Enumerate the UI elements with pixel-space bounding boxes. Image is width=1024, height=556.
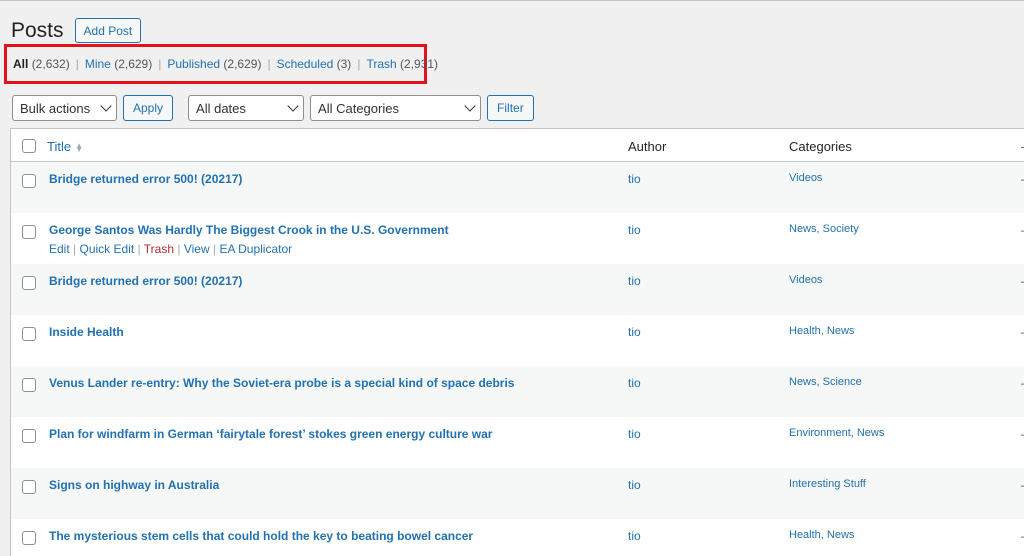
view-separator: | [75, 57, 79, 71]
row-checkbox[interactable] [22, 429, 36, 443]
view-all[interactable]: All [13, 57, 28, 71]
post-categories-link[interactable]: Videos [789, 172, 822, 184]
view-separator: | [357, 57, 361, 71]
post-title-link[interactable]: George Santos Was Hardly The Biggest Cro… [49, 223, 449, 237]
row-actions: Edit | Quick Edit | Trash | View | EA Du… [49, 242, 292, 256]
categories-value: All Categories [318, 100, 399, 116]
view-trash[interactable]: Trash [366, 57, 396, 71]
post-categories-link[interactable]: Health, News [789, 529, 854, 541]
dates-select[interactable]: All dates [188, 95, 305, 121]
bulk-actions-value: Bulk actions [20, 100, 91, 116]
select-all-checkbox[interactable] [22, 139, 36, 153]
view-separator: | [267, 57, 271, 71]
trash-link[interactable]: Trash [144, 242, 174, 256]
view-mine[interactable]: Mine [85, 57, 111, 71]
dates-value: All dates [196, 100, 246, 116]
edit-link[interactable]: Edit [49, 242, 70, 256]
post-author-link[interactable]: tio [628, 172, 641, 186]
row-checkbox[interactable] [22, 531, 36, 545]
table-row: Venus Lander re-entry: Why the Soviet-er… [11, 366, 1024, 417]
quick-edit-link[interactable]: Quick Edit [80, 242, 135, 256]
table-row: Bridge returned error 500! (20217) tio V… [11, 162, 1024, 213]
post-categories-link[interactable]: Interesting Stuff [789, 478, 866, 490]
page-title: Posts [11, 19, 64, 42]
action-separator: | [212, 242, 217, 256]
column-title[interactable]: Title ▲ ▼ [47, 139, 83, 154]
post-author-link[interactable]: tio [628, 376, 641, 390]
table-row: Inside Health tio Health, News – [11, 315, 1024, 366]
post-categories-link[interactable]: News, Society [789, 223, 859, 235]
post-title-link[interactable]: The mysterious stem cells that could hol… [49, 529, 473, 543]
post-title-link[interactable]: Signs on highway in Australia [49, 478, 219, 492]
post-title-link[interactable]: Bridge returned error 500! (20217) [49, 274, 242, 288]
title-sort-link[interactable]: Title [47, 139, 71, 154]
table-row: George Santos Was Hardly The Biggest Cro… [11, 213, 1024, 264]
post-categories-link[interactable]: News, Science [789, 376, 862, 388]
view-scheduled-count: (3) [336, 57, 352, 71]
add-post-button[interactable]: Add Post [74, 18, 142, 43]
filter-button[interactable]: Filter [487, 95, 534, 121]
post-title-link[interactable]: Plan for windfarm in German ‘fairytale f… [49, 427, 492, 441]
post-author-link[interactable]: tio [628, 223, 641, 237]
post-author-link[interactable]: tio [628, 325, 641, 339]
apply-button[interactable]: Apply [123, 95, 174, 121]
view-mine-count: (2,629) [114, 57, 153, 71]
row-checkbox[interactable] [22, 276, 36, 290]
chevron-down-icon [287, 100, 299, 112]
post-author-link[interactable]: tio [628, 427, 641, 441]
column-categories: Categories [789, 139, 852, 154]
sort-arrows-icon: ▲ ▼ [75, 140, 83, 154]
column-author: Author [628, 139, 667, 154]
row-checkbox[interactable] [22, 327, 36, 341]
view-scheduled[interactable]: Scheduled [277, 57, 334, 71]
post-title-link[interactable]: Inside Health [49, 325, 124, 339]
post-author-link[interactable]: tio [628, 529, 641, 543]
action-separator: | [177, 242, 181, 256]
table-nav: Bulk actions Apply All dates All Categor… [12, 95, 534, 121]
bulk-actions-select[interactable]: Bulk actions [12, 95, 117, 121]
chevron-down-icon [100, 100, 112, 112]
action-separator: | [73, 242, 77, 256]
action-separator: | [137, 242, 141, 256]
view-published[interactable]: Published [167, 57, 220, 71]
view-separator: | [158, 57, 162, 71]
post-title-link[interactable]: Venus Lander re-entry: Why the Soviet-er… [49, 376, 514, 390]
view-trash-count: (2,931) [400, 57, 439, 71]
table-row: Signs on highway in Australia tio Intere… [11, 468, 1024, 519]
row-checkbox[interactable] [22, 378, 36, 392]
table-header: Title▲▼ Author Categories – [11, 129, 1024, 162]
post-author-link[interactable]: tio [628, 478, 641, 492]
view-all-count: (2,632) [31, 57, 70, 71]
view-published-count: (2,629) [223, 57, 262, 71]
table-row: Plan for windfarm in German ‘fairytale f… [11, 417, 1024, 468]
categories-select[interactable]: All Categories [310, 95, 482, 121]
row-checkbox[interactable] [22, 480, 36, 494]
post-categories-link[interactable]: Videos [789, 274, 822, 286]
chevron-down-icon [464, 100, 476, 112]
row-checkbox[interactable] [22, 225, 36, 239]
posts-table: Title▲▼ Author Categories – Bridge retur… [10, 128, 1024, 556]
table-row: Bridge returned error 500! (20217) tio V… [11, 264, 1024, 315]
post-categories-link[interactable]: Health, News [789, 325, 854, 337]
post-categories-link[interactable]: Environment, News [789, 427, 884, 439]
view-link[interactable]: View [184, 242, 210, 256]
top-border [0, 0, 1024, 1]
page-header: Posts Add Post [11, 18, 142, 43]
row-checkbox[interactable] [22, 174, 36, 188]
post-status-views: All (2,632) | Mine (2,629) | Published (… [4, 44, 438, 84]
duplicator-link[interactable]: EA Duplicator [219, 242, 292, 256]
post-title-link[interactable]: Bridge returned error 500! (20217) [49, 172, 242, 186]
post-author-link[interactable]: tio [628, 274, 641, 288]
table-row: The mysterious stem cells that could hol… [11, 519, 1024, 556]
